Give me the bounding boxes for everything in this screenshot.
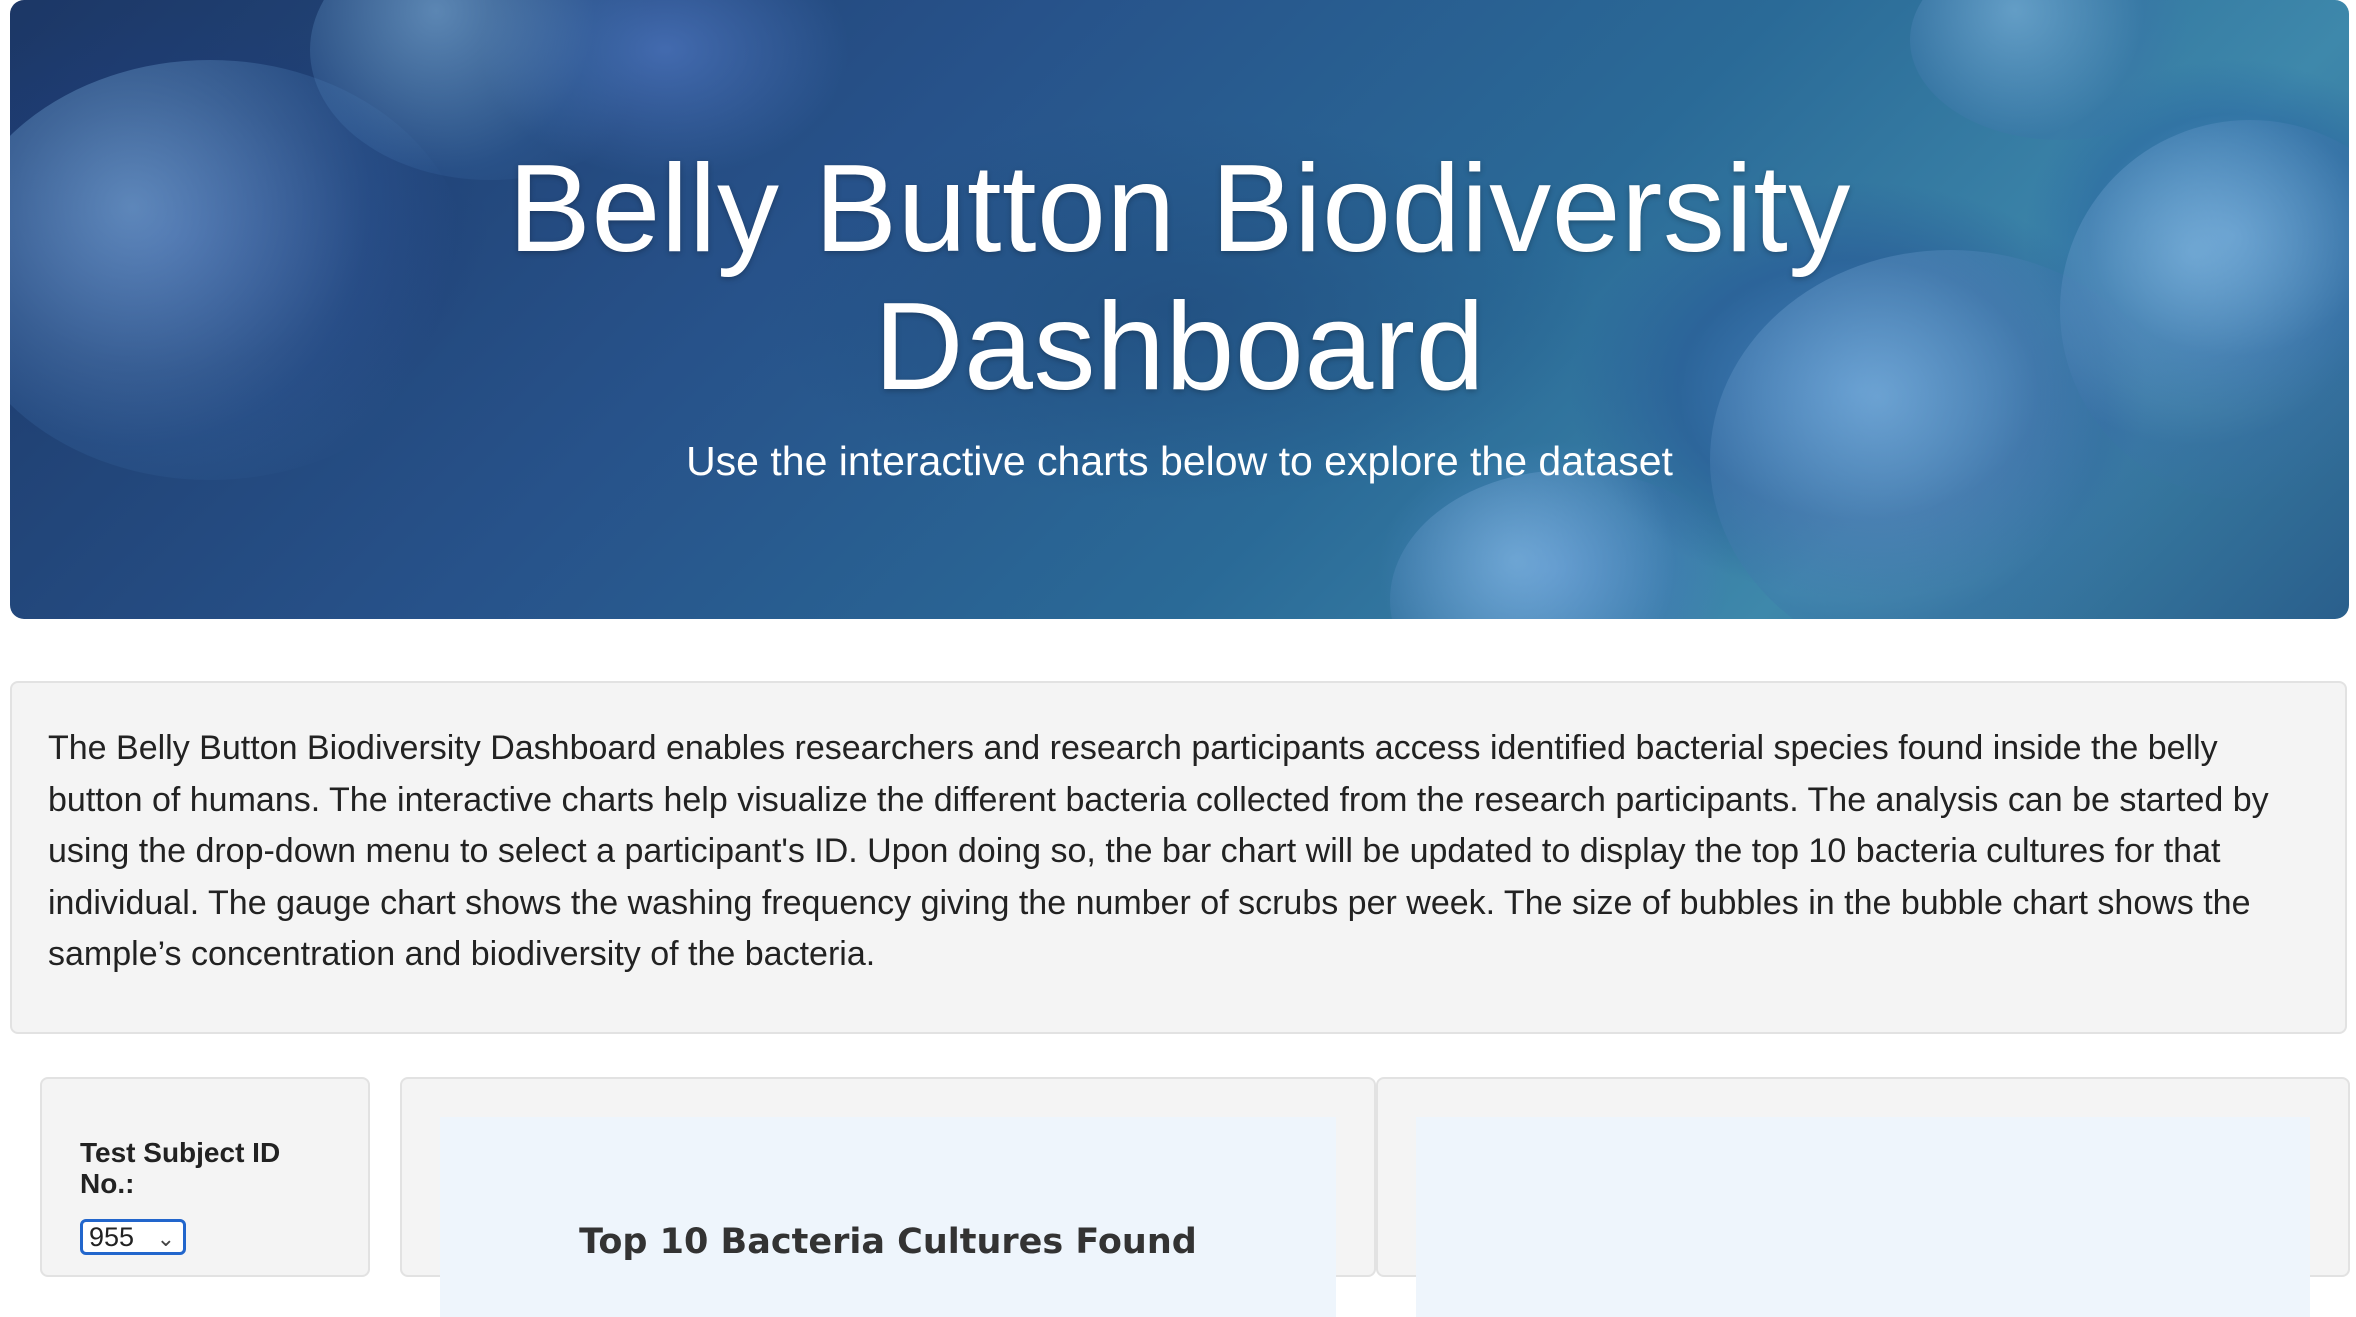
- chevron-down-icon: ⌄: [156, 1226, 175, 1251]
- page-title-line-1: Belly Button Biodiversity: [508, 140, 1851, 278]
- gauge-chart-panel: [1376, 1077, 2350, 1317]
- subject-id-selected-value: 955: [89, 1222, 135, 1252]
- intro-panel: The Belly Button Biodiversity Dashboard …: [10, 681, 2347, 1034]
- page-title: Belly Button Biodiversity Dashboard: [10, 140, 2349, 416]
- hero-banner: Belly Button Biodiversity Dashboard Use …: [10, 0, 2349, 619]
- intro-description: The Belly Button Biodiversity Dashboard …: [48, 729, 2269, 973]
- bar-chart-title: Top 10 Bacteria Cultures Found: [579, 1222, 1197, 1262]
- gauge-chart-plot-area: [1416, 1117, 2310, 1317]
- bar-chart-panel: Top 10 Bacteria Cultures Found: [400, 1077, 1376, 1317]
- subject-id-dropdown[interactable]: 955 ⌄: [80, 1219, 186, 1255]
- bar-chart-plot-area: Top 10 Bacteria Cultures Found: [440, 1117, 1336, 1317]
- page-title-line-2: Dashboard: [873, 278, 1486, 416]
- subject-selector-panel: Test Subject ID No.: 955 ⌄: [40, 1077, 370, 1277]
- subject-id-label: Test Subject ID No.:: [80, 1137, 281, 1199]
- page-subtitle: Use the interactive charts below to expl…: [686, 438, 1673, 484]
